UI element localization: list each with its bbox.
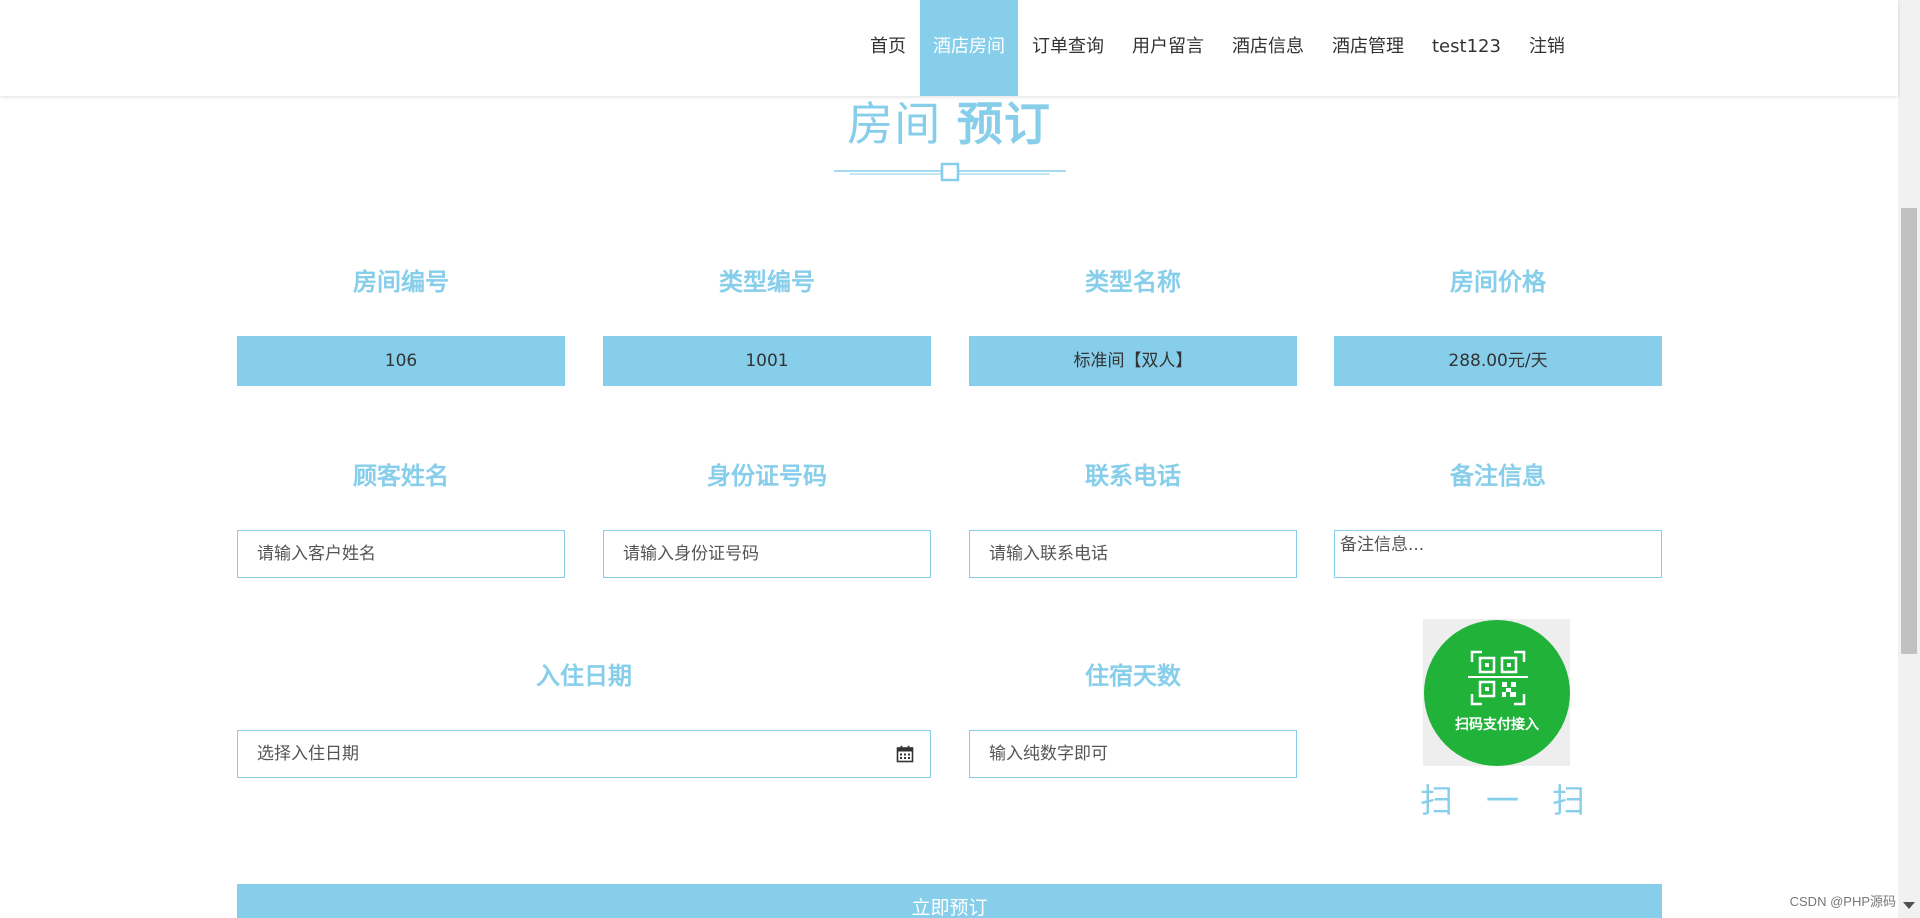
- id-number-input[interactable]: 请输入身份证号码: [603, 530, 931, 578]
- main-nav: 首页 酒店房间 订单查询 用户留言 酒店信息 酒店管理 test123 注销: [856, 0, 1579, 96]
- page-title-bold: 预订: [956, 97, 1051, 151]
- nav-item-hotel-info[interactable]: 酒店信息: [1218, 0, 1318, 96]
- top-navbar: 首页 酒店房间 订单查询 用户留言 酒店信息 酒店管理 test123 注销: [0, 0, 1898, 96]
- stay-days-label: 住宿天数: [1085, 662, 1181, 690]
- customer-name-input[interactable]: 请输入客户姓名: [237, 530, 565, 578]
- phone-label: 联系电话: [1085, 462, 1181, 490]
- stay-days-input[interactable]: 输入纯数字即可: [969, 730, 1297, 778]
- room-price-value: 288.00元/天: [1334, 336, 1662, 386]
- room-number-label: 房间编号: [353, 268, 449, 296]
- checkin-date-placeholder: 选择入住日期: [257, 744, 359, 764]
- checkin-date-label: 入住日期: [536, 662, 632, 690]
- room-number-value: 106: [237, 336, 565, 386]
- id-number-placeholder: 请输入身份证号码: [623, 544, 759, 564]
- id-number-label: 身份证号码: [707, 462, 827, 490]
- qr-payment-image[interactable]: 扫码支付接入: [1423, 619, 1570, 766]
- nav-item-order-query[interactable]: 订单查询: [1018, 0, 1118, 96]
- nav-item-logout[interactable]: 注销: [1515, 0, 1579, 96]
- nav-item-hotel-rooms[interactable]: 酒店房间: [920, 0, 1018, 96]
- type-id-label: 类型编号: [719, 268, 815, 296]
- customer-name-label: 顾客姓名: [353, 462, 449, 490]
- qr-code-icon: [1468, 650, 1528, 706]
- room-price-label: 房间价格: [1450, 268, 1546, 296]
- scroll-down-arrow-icon[interactable]: [1903, 902, 1915, 909]
- customer-name-placeholder: 请输入客户姓名: [257, 544, 376, 564]
- nav-item-hotel-management[interactable]: 酒店管理: [1318, 0, 1418, 96]
- page-title: 房间 预订: [0, 92, 1898, 156]
- checkin-date-input[interactable]: 选择入住日期: [237, 730, 931, 778]
- note-textarea[interactable]: 备注信息...: [1334, 530, 1662, 578]
- phone-input[interactable]: 请输入联系电话: [969, 530, 1297, 578]
- watermark: CSDN @PHP源码: [1789, 894, 1896, 909]
- type-name-value: 标准间【双人】: [969, 336, 1297, 386]
- page-title-light: 房间: [847, 97, 942, 151]
- calendar-icon[interactable]: [896, 745, 914, 763]
- scrollbar-thumb[interactable]: [1901, 208, 1917, 654]
- note-label: 备注信息: [1450, 462, 1546, 490]
- nav-item-user-messages[interactable]: 用户留言: [1118, 0, 1218, 96]
- qr-caption: 扫码支付接入: [1455, 717, 1539, 733]
- title-divider: [834, 162, 1066, 182]
- type-id-value: 1001: [603, 336, 931, 386]
- stay-days-placeholder: 输入纯数字即可: [989, 744, 1108, 764]
- nav-item-username[interactable]: test123: [1418, 0, 1515, 96]
- phone-placeholder: 请输入联系电话: [989, 544, 1108, 564]
- nav-item-home[interactable]: 首页: [856, 0, 920, 96]
- qr-payment-badge: 扫码支付接入: [1424, 620, 1570, 766]
- type-name-label: 类型名称: [1085, 268, 1181, 296]
- note-placeholder: 备注信息...: [1340, 535, 1425, 555]
- book-now-button[interactable]: 立即预订: [237, 884, 1662, 918]
- scan-text: 扫一扫: [1420, 781, 1618, 820]
